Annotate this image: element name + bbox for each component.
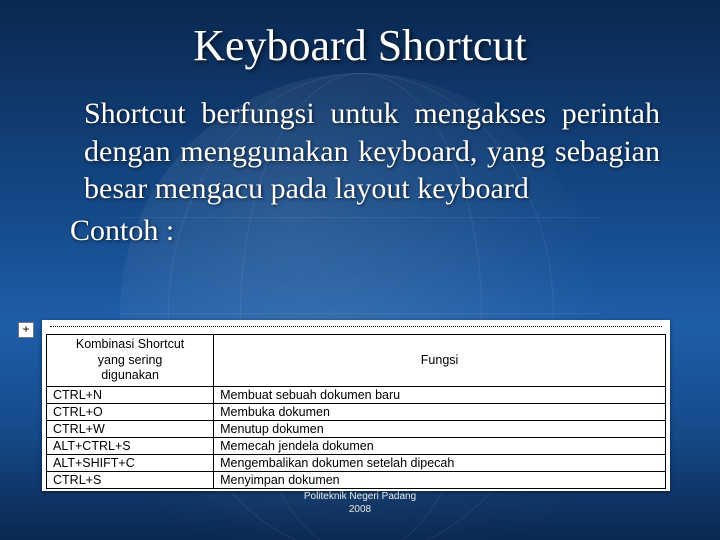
shortcut-table: Kombinasi Shortcut yang sering digunakan… <box>46 334 666 489</box>
slide-title: Keyboard Shortcut <box>0 20 720 71</box>
expand-icon[interactable]: + <box>18 322 34 338</box>
table-row: CTRL+SMenyimpan dokumen <box>47 471 666 488</box>
example-label: Contoh : <box>70 212 660 250</box>
table-row: CTRL+OMembuka dokumen <box>47 403 666 420</box>
divider-dots <box>50 326 662 331</box>
shortcut-table-container: + Kombinasi Shortcut yang sering digunak… <box>42 320 670 491</box>
slide: Keyboard Shortcut Shortcut berfungsi unt… <box>0 0 720 540</box>
table-row: CTRL+WMenutup dokumen <box>47 420 666 437</box>
table-row: ALT+CTRL+SMemecah jendela dokumen <box>47 437 666 454</box>
body-text: Shortcut berfungsi untuk mengakses perin… <box>70 95 660 249</box>
intro-paragraph: Shortcut berfungsi untuk mengakses perin… <box>84 95 660 208</box>
table-row: CTRL+NMembuat sebuah dokumen baru <box>47 386 666 403</box>
table-row: ALT+SHIFT+CMengembalikan dokumen setelah… <box>47 454 666 471</box>
table-header-row: Kombinasi Shortcut yang sering digunakan… <box>47 335 666 387</box>
header-function: Fungsi <box>214 335 666 387</box>
header-shortcut: Kombinasi Shortcut yang sering digunakan <box>47 335 214 387</box>
footer: Politeknik Negeri Padang 2008 <box>0 491 720 516</box>
footer-line-2: 2008 <box>349 504 371 515</box>
footer-line-1: Politeknik Negeri Padang <box>304 491 416 502</box>
